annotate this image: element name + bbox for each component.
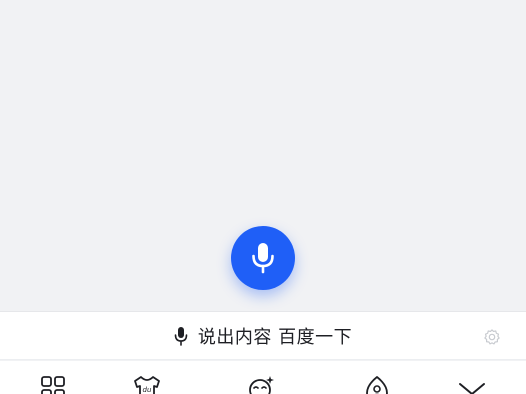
svg-text:du: du	[143, 386, 152, 394]
voice-search-screen: 说出内容 百度一下 du	[0, 0, 526, 394]
drop-person-icon	[366, 376, 388, 394]
collapse-chevron-icon	[459, 383, 485, 394]
sparkle-face-icon	[249, 376, 274, 394]
voice-hint-text: 说出内容 百度一下	[197, 327, 353, 348]
microphone-icon	[174, 327, 188, 346]
voice-hint-bar: 说出内容 百度一下	[0, 311, 526, 360]
toolbar-item-collapse[interactable]	[457, 375, 487, 394]
gear-icon	[484, 329, 500, 345]
toolbar-item-avatar[interactable]	[246, 375, 276, 394]
grid-icon	[41, 376, 65, 394]
bottom-toolbar: du	[0, 361, 526, 394]
toolbar-item-apps[interactable]	[38, 375, 68, 394]
voice-hint: 说出内容 百度一下	[0, 312, 526, 360]
voice-record-button[interactable]	[231, 226, 295, 290]
microphone-icon	[252, 243, 274, 274]
tshirt-du-icon: du	[134, 376, 160, 394]
toolbar-item-location[interactable]	[362, 375, 392, 394]
settings-button[interactable]	[482, 327, 502, 347]
toolbar-item-dewu[interactable]: du	[132, 375, 162, 394]
